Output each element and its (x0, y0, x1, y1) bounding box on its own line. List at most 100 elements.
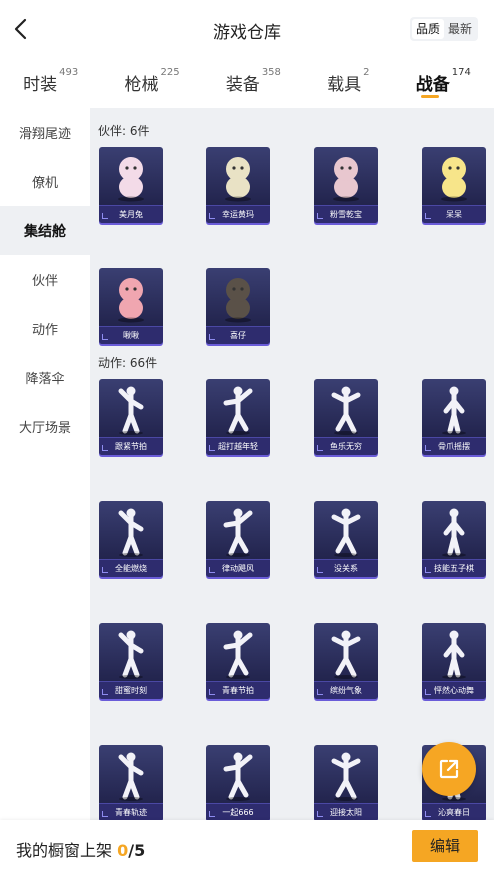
tab-fashion[interactable]: 时装493 (23, 67, 78, 95)
action-thumbnail (422, 379, 486, 437)
action-card[interactable]: 青春节拍 (206, 623, 270, 699)
corner-mark-icon (102, 567, 108, 573)
action-thumbnail (314, 623, 378, 681)
corner-mark-icon (317, 567, 323, 573)
item-grid-panel: 伙伴: 6件 美月兔 幸运黄玛 粉雪乾宝 呆呆 啾啾 喜仔 动作: 66件 跟紧节拍 超打越… (90, 108, 494, 820)
action-name: 迎接太阳 (314, 803, 378, 820)
sidebar-item-wingman[interactable]: 僚机 (0, 157, 90, 206)
partner-thumbnail (99, 268, 163, 326)
action-name: 没关系 (314, 559, 378, 577)
tab-equipment[interactable]: 装备358 (226, 67, 281, 95)
tab-label: 载具 (327, 75, 362, 95)
action-thumbnail (422, 501, 486, 559)
partner-name: 呆呆 (422, 205, 486, 223)
partner-name: 粉雪乾宝 (314, 205, 378, 223)
section-title-partners: 伙伴: 6件 (98, 124, 150, 138)
action-name: 沁爽春日 (422, 803, 486, 820)
sidebar-item-action[interactable]: 动作 (0, 304, 90, 353)
tab-label: 时装 (23, 75, 58, 95)
showcase-status: 我的橱窗上架 0/5 (16, 837, 145, 861)
action-card[interactable]: 全能燃烧 (99, 501, 163, 577)
corner-mark-icon (209, 811, 215, 817)
partner-thumbnail (206, 268, 270, 326)
action-name: 全能燃烧 (99, 559, 163, 577)
action-card[interactable]: 甜蜜时刻 (99, 623, 163, 699)
share-icon (439, 759, 459, 779)
sort-option-quality[interactable]: 品质 (411, 19, 444, 39)
tab-battle-prep[interactable]: 战备174 (415, 67, 471, 98)
action-thumbnail (206, 379, 270, 437)
tab-label: 战备 (415, 75, 450, 95)
sidebar-item-rally-pod[interactable]: 集结舱 (0, 206, 90, 255)
partner-name: 美月兔 (99, 205, 163, 223)
corner-mark-icon (209, 213, 215, 219)
corner-mark-icon (102, 811, 108, 817)
tab-count: 2 (363, 67, 370, 78)
action-name: 超打越年轻 (206, 437, 270, 455)
action-thumbnail (99, 379, 163, 437)
sort-toggle: 品质 最新 (409, 17, 478, 41)
action-thumbnail (99, 745, 163, 803)
active-tab-indicator (421, 95, 440, 98)
action-name: 跟紧节拍 (99, 437, 163, 455)
corner-mark-icon (209, 689, 215, 695)
corner-mark-icon (425, 213, 431, 219)
partner-card[interactable]: 呆呆 (422, 147, 486, 223)
action-card[interactable]: 迎接太阳 (314, 745, 378, 820)
edit-button[interactable]: 编辑 (412, 830, 478, 862)
action-name: 一起666 (206, 803, 270, 820)
sidebar-item-glide-trail[interactable]: 滑翔尾迹 (0, 108, 90, 157)
action-card[interactable]: 律动飓风 (206, 501, 270, 577)
partner-card[interactable]: 喜仔 (206, 268, 270, 344)
action-thumbnail (206, 501, 270, 559)
corner-mark-icon (102, 689, 108, 695)
category-tabs: 时装493 枪械225 装备358 载具2 战备174 (0, 58, 494, 108)
action-name: 青春节拍 (206, 681, 270, 699)
corner-mark-icon (209, 334, 215, 340)
action-card[interactable]: 怦然心动舞 (422, 623, 486, 699)
sort-option-newest[interactable]: 最新 (444, 19, 476, 39)
showcase-total-count: /5 (128, 841, 146, 860)
action-thumbnail (99, 623, 163, 681)
partner-card[interactable]: 粉雪乾宝 (314, 147, 378, 223)
corner-mark-icon (425, 445, 431, 451)
action-card[interactable]: 一起666 (206, 745, 270, 820)
action-card[interactable]: 鱼乐无穷 (314, 379, 378, 455)
corner-mark-icon (425, 567, 431, 573)
corner-mark-icon (425, 811, 431, 817)
action-thumbnail (99, 501, 163, 559)
partner-card[interactable]: 幸运黄玛 (206, 147, 270, 223)
partner-thumbnail (422, 147, 486, 205)
corner-mark-icon (102, 445, 108, 451)
corner-mark-icon (209, 445, 215, 451)
action-name: 骨爪摇摆 (422, 437, 486, 455)
partner-card[interactable]: 美月兔 (99, 147, 163, 223)
action-card[interactable]: 跟紧节拍 (99, 379, 163, 455)
tab-label: 枪械 (124, 75, 159, 95)
corner-mark-icon (209, 567, 215, 573)
tab-count: 358 (261, 67, 281, 78)
corner-mark-icon (317, 811, 323, 817)
corner-mark-icon (317, 445, 323, 451)
action-thumbnail (206, 745, 270, 803)
action-card[interactable]: 骨爪摇摆 (422, 379, 486, 455)
tab-weapons[interactable]: 枪械225 (124, 67, 180, 95)
action-card[interactable]: 青春轨迹 (99, 745, 163, 820)
share-button[interactable] (422, 742, 476, 796)
action-thumbnail (206, 623, 270, 681)
sidebar-item-parachute[interactable]: 降落伞 (0, 353, 90, 402)
action-card[interactable]: 缤纷气象 (314, 623, 378, 699)
partner-card[interactable]: 啾啾 (99, 268, 163, 344)
tab-vehicles[interactable]: 载具2 (327, 67, 370, 95)
partner-name: 喜仔 (206, 326, 270, 344)
sidebar-item-lobby-scene[interactable]: 大厅场景 (0, 402, 90, 451)
action-card[interactable]: 超打越年轻 (206, 379, 270, 455)
tab-count: 225 (160, 67, 180, 78)
action-thumbnail (314, 379, 378, 437)
partner-thumbnail (314, 147, 378, 205)
sidebar-item-partner[interactable]: 伙伴 (0, 255, 90, 304)
partner-name: 幸运黄玛 (206, 205, 270, 223)
tab-count: 174 (451, 67, 471, 78)
action-card[interactable]: 没关系 (314, 501, 378, 577)
action-card[interactable]: 技能五子棋 (422, 501, 486, 577)
